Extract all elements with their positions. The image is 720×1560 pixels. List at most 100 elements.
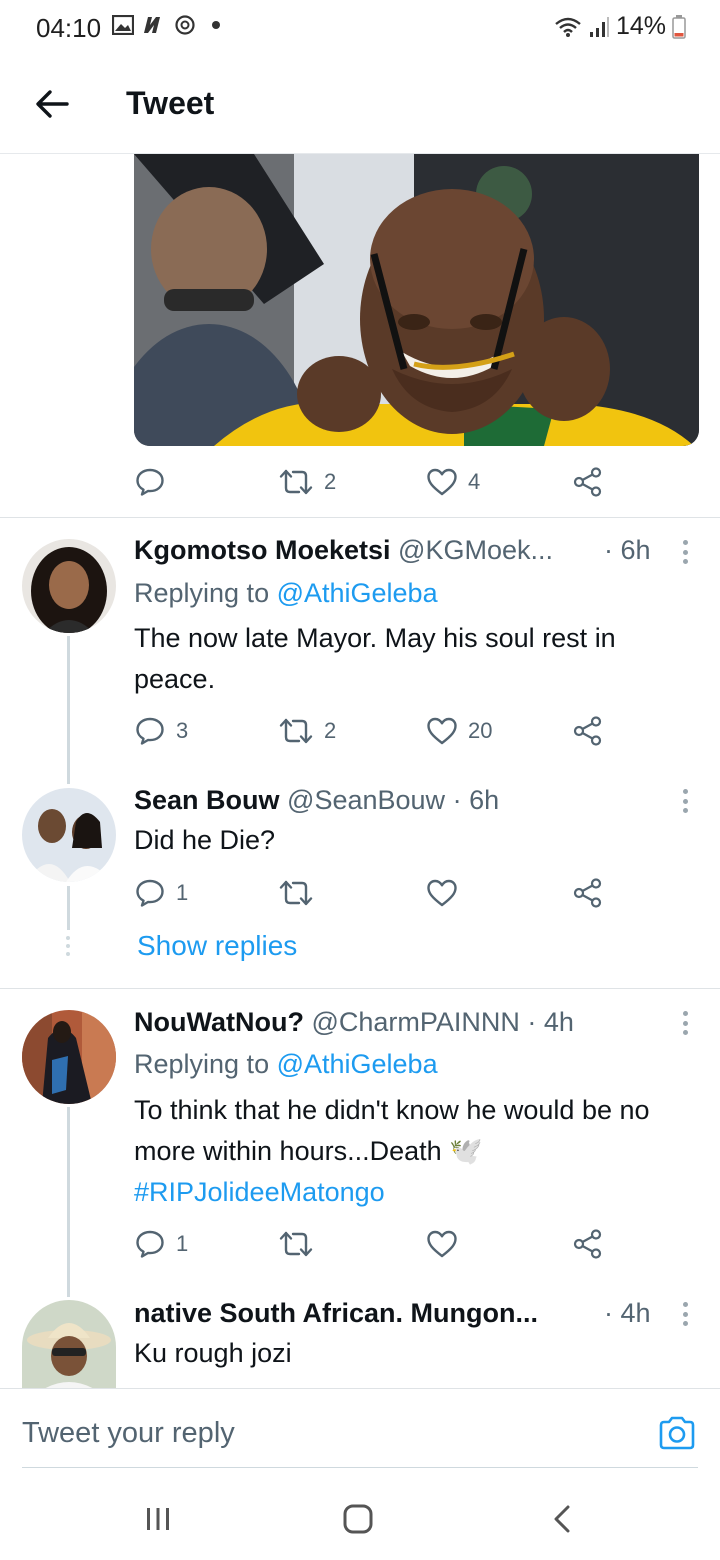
arrow-left-icon: [36, 90, 69, 118]
recent-apps-button[interactable]: [140, 1502, 176, 1536]
avatar[interactable]: [22, 1010, 116, 1104]
back-button[interactable]: [28, 78, 76, 130]
more-options-button[interactable]: [678, 1008, 692, 1038]
home-icon: [343, 1504, 373, 1534]
reply-actions: 1: [134, 1224, 614, 1264]
avatar[interactable]: [22, 788, 116, 882]
author-handle[interactable]: @KGMoek...: [398, 535, 553, 565]
reply-header: NouWatNou? @CharmPAINNN · 4h: [134, 1007, 660, 1038]
author-name[interactable]: native South African. Mungon...: [134, 1298, 538, 1328]
avatar[interactable]: [22, 539, 116, 633]
retweet-icon: [279, 880, 313, 906]
share-button[interactable]: [572, 1224, 604, 1264]
comment-icon: [136, 468, 164, 496]
share-button[interactable]: [572, 873, 604, 913]
netflix-icon: [144, 17, 160, 33]
retweet-icon: [279, 1231, 313, 1257]
share-button[interactable]: [572, 711, 604, 751]
hashtag-link[interactable]: #RIPJolideeMatongo: [134, 1177, 385, 1207]
share-button[interactable]: [572, 462, 604, 502]
share-icon: [573, 467, 602, 497]
back-nav-button[interactable]: [546, 1502, 578, 1536]
page-title: Tweet: [126, 85, 215, 121]
reply-time: · 4h: [527, 1007, 574, 1037]
reply-text: Ku rough jozi: [134, 1338, 292, 1368]
reply-composer: Tweet your reply: [0, 1388, 720, 1478]
camera-button[interactable]: [658, 1415, 696, 1451]
show-replies-link[interactable]: Show replies: [137, 930, 297, 962]
reply-count: 1: [176, 1231, 189, 1256]
author-handle[interactable]: @CharmPAINNN: [311, 1007, 519, 1037]
reply-button[interactable]: 3: [134, 711, 188, 751]
sync-icon: [175, 15, 195, 35]
app-header: Tweet: [0, 56, 720, 154]
retweet-button[interactable]: [278, 1224, 314, 1264]
reply-text: Did he Die?: [134, 825, 276, 855]
retweet-button[interactable]: 2: [278, 711, 336, 751]
reply-actions: 3 2 20: [134, 711, 614, 751]
reply-button[interactable]: [134, 462, 166, 502]
replying-to: Replying to @AthiGeleba: [134, 578, 438, 608]
more-options-button[interactable]: [678, 786, 692, 816]
reply-count: 1: [176, 880, 189, 905]
reply-button[interactable]: 1: [134, 1224, 188, 1264]
status-system-icons: 14%: [554, 12, 686, 41]
thread-line: [67, 886, 70, 930]
reply-text: The now late Mayor. May his soul rest in…: [134, 623, 616, 694]
retweet-button[interactable]: [278, 873, 314, 913]
reply-time: · 4h: [604, 1298, 651, 1328]
dot-icon: [212, 21, 220, 29]
like-button[interactable]: 20: [426, 711, 492, 751]
mention-link[interactable]: @AthiGeleba: [277, 1049, 438, 1079]
battery-percent: 14%: [615, 12, 666, 40]
camera-icon: [659, 1416, 695, 1450]
retweet-button[interactable]: 2: [278, 462, 336, 502]
battery-icon: [672, 14, 686, 39]
reply-text: To think that he didn't know he would be…: [134, 1095, 650, 1207]
retweet-icon: [279, 469, 313, 495]
author-handle[interactable]: @SeanBouw: [287, 785, 445, 815]
chevron-left-icon: [554, 1505, 570, 1533]
status-time: 04:10: [36, 13, 102, 43]
mention-link[interactable]: @AthiGeleba: [277, 578, 438, 608]
reply-button[interactable]: 1: [134, 873, 188, 913]
author-name[interactable]: Kgomotso Moeketsi: [134, 535, 391, 565]
avatar[interactable]: [22, 1300, 116, 1388]
thread-continuation-dots: [66, 936, 71, 956]
author-name[interactable]: NouWatNou?: [134, 1007, 304, 1037]
like-button[interactable]: [426, 873, 458, 913]
reply-input[interactable]: Tweet your reply: [22, 1417, 235, 1450]
status-bar: 04:10 14%: [0, 0, 720, 56]
reply-header: Sean Bouw @SeanBouw · 6h: [134, 785, 660, 816]
comment-icon: [136, 879, 164, 907]
like-button[interactable]: 4: [426, 462, 480, 502]
heart-icon: [427, 879, 457, 907]
divider: [0, 517, 720, 518]
main-tweet-actions: 2 4: [134, 462, 614, 502]
thread-line: [67, 1107, 70, 1297]
author-name[interactable]: Sean Bouw: [134, 785, 280, 815]
comment-icon: [136, 1230, 164, 1258]
gallery-icon: [112, 15, 134, 35]
wifi-icon: [555, 17, 581, 37]
heart-icon: [427, 717, 457, 745]
more-options-button[interactable]: [678, 1299, 692, 1329]
system-navigation-bar: [0, 1478, 720, 1560]
status-notification-icons: [112, 14, 220, 36]
share-icon: [573, 878, 602, 908]
thread-line: [67, 636, 70, 784]
divider: [0, 988, 720, 989]
like-count: 4: [468, 469, 481, 494]
heart-icon: [427, 468, 457, 496]
more-options-button[interactable]: [678, 537, 692, 567]
heart-icon: [427, 1230, 457, 1258]
home-button[interactable]: [340, 1502, 376, 1536]
comment-icon: [136, 717, 164, 745]
share-icon: [573, 716, 602, 746]
reply-time: · 6h: [452, 785, 500, 815]
tweet-media-image[interactable]: [134, 154, 699, 446]
reply-time: · 6h: [604, 535, 651, 565]
retweet-icon: [279, 718, 313, 744]
like-button[interactable]: [426, 1224, 458, 1264]
reply-header: Kgomotso Moeketsi @KGMoek...: [134, 535, 660, 566]
